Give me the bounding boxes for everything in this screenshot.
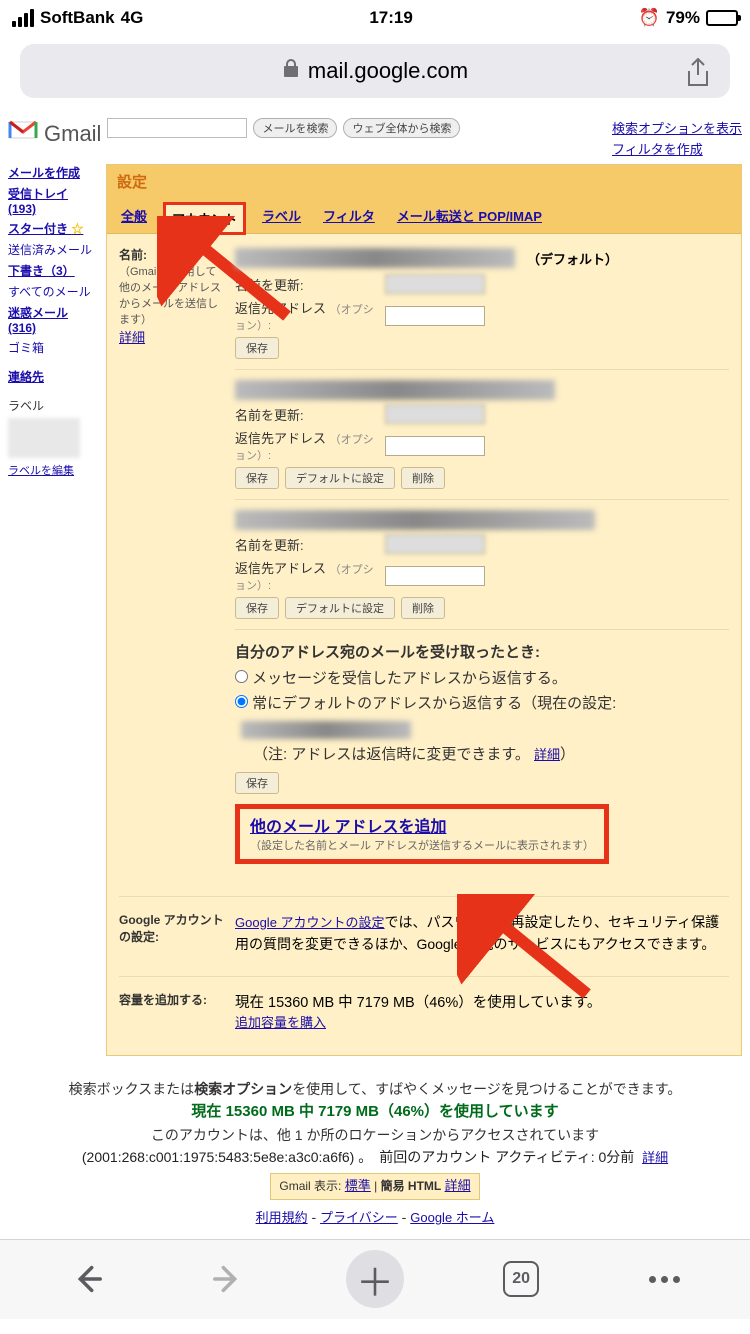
tab-forwarding[interactable]: メール転送と POP/IMAP xyxy=(391,202,548,233)
safari-bottom-nav: ＋ 20 xyxy=(0,1239,750,1319)
url-host: mail.google.com xyxy=(308,58,468,84)
sidebar-spam[interactable]: 迷惑メール (316) xyxy=(8,304,96,335)
save-btn-1[interactable]: 保存 xyxy=(235,337,279,359)
tos-link[interactable]: 利用規約 xyxy=(256,1210,308,1225)
sidebar: メールを作成 受信トレイ (193) スター付き ☆ 送信済みメール 下書き（3… xyxy=(8,164,96,1056)
display-standard-link[interactable]: 標準 xyxy=(345,1178,371,1193)
account-email-blurred xyxy=(235,380,555,400)
carrier-label: SoftBank xyxy=(40,8,115,28)
nav-menu-button[interactable] xyxy=(638,1253,690,1305)
section-label-name: 名前: （Gmail を使用して他のメール アドレスからメールを送信します） 詳… xyxy=(119,246,225,876)
settings-tabs: 全般 アカウント ラベル フィルタ メール転送と POP/IMAP xyxy=(107,198,741,234)
current-default-blurred xyxy=(241,721,411,739)
share-icon[interactable] xyxy=(684,57,712,85)
add-address-sub: （設定した名前とメール アドレスが送信するメールに表示されます） xyxy=(250,837,594,853)
footer-access: このアカウントは、他 1 か所のロケーションからアクセスされています xyxy=(40,1124,710,1146)
save-btn-3[interactable]: 保存 xyxy=(235,597,279,619)
save-btn-2[interactable]: 保存 xyxy=(235,467,279,489)
add-address-link[interactable]: 他のメール アドレスを追加 xyxy=(250,819,446,836)
reply-to-label: 返信先アドレス xyxy=(235,301,326,316)
name-input-1[interactable] xyxy=(385,274,485,294)
gmail-m-icon xyxy=(8,118,38,149)
sidebar-contacts[interactable]: 連絡先 xyxy=(8,368,96,385)
name-input-3[interactable] xyxy=(385,534,485,554)
add-address-box: 他のメール アドレスを追加 （設定した名前とメール アドレスが送信するメールに表… xyxy=(235,804,609,864)
reply-save-btn[interactable]: 保存 xyxy=(235,772,279,794)
google-account-link[interactable]: Google アカウントの設定 xyxy=(235,915,385,930)
section-label-storage: 容量を追加する: xyxy=(119,991,225,1031)
battery-icon xyxy=(706,10,738,26)
label-item-blurred[interactable] xyxy=(8,418,80,458)
star-icon: ☆ xyxy=(71,222,83,236)
reply-opt1[interactable]: メッセージを受信したアドレスから返信する。 xyxy=(235,670,567,687)
privacy-link[interactable]: プライバシー xyxy=(320,1210,398,1225)
nav-forward-button[interactable] xyxy=(203,1253,255,1305)
settings-panel: 設定 全般 アカウント ラベル フィルタ メール転送と POP/IMAP 名前:… xyxy=(106,164,742,1056)
lock-icon xyxy=(282,58,300,84)
ios-status-bar: SoftBank 4G 17:19 ⏰ 79% xyxy=(0,0,750,36)
storage-usage: 現在 15360 MB 中 7179 MB（46%）を使用しています。 xyxy=(235,995,601,1011)
footer-detail-link[interactable]: 詳細 xyxy=(642,1150,668,1165)
tab-filter[interactable]: フィルタ xyxy=(317,202,381,233)
gmail-display-mode: Gmail 表示: 標準 | 簡易 HTML 詳細 xyxy=(270,1173,479,1200)
footer-storage: 現在 15360 MB 中 7179 MB（46%）を使用しています xyxy=(40,1100,710,1124)
network-label: 4G xyxy=(121,8,144,28)
gmail-logo[interactable]: Gmail xyxy=(8,118,101,149)
search-input[interactable] xyxy=(107,118,247,138)
nav-new-tab-button[interactable]: ＋ xyxy=(346,1250,404,1308)
nav-back-button[interactable] xyxy=(60,1253,112,1305)
reply-opt2[interactable]: 常にデフォルトのアドレスから返信する（現在の設定: xyxy=(235,695,616,712)
display-detail-link[interactable]: 詳細 xyxy=(445,1178,471,1193)
sidebar-sent[interactable]: 送信済みメール xyxy=(8,241,96,258)
reply-detail-link[interactable]: 詳細 xyxy=(534,747,560,762)
set-default-btn-3[interactable]: デフォルトに設定 xyxy=(285,597,395,619)
search-mail-button[interactable]: メールを検索 xyxy=(253,118,337,138)
reply-to-input-2[interactable] xyxy=(385,436,485,456)
reply-heading: 自分のアドレス宛のメールを受け取ったとき: xyxy=(235,644,540,661)
update-name-label: 名前を更新: xyxy=(235,405,377,424)
advanced-search-link[interactable]: 検索オプションを表示 xyxy=(612,118,742,137)
set-default-btn-2[interactable]: デフォルトに設定 xyxy=(285,467,395,489)
name-input-2[interactable] xyxy=(385,404,485,424)
account-email-blurred xyxy=(235,248,515,268)
tab-general[interactable]: 全般 xyxy=(115,202,153,233)
account-email-blurred xyxy=(235,510,595,530)
sidebar-starred[interactable]: スター付き ☆ xyxy=(8,220,96,237)
sidebar-compose[interactable]: メールを作成 xyxy=(8,164,96,181)
delete-btn-2[interactable]: 削除 xyxy=(401,467,445,489)
delete-btn-3[interactable]: 削除 xyxy=(401,597,445,619)
search-web-button[interactable]: ウェブ全体から検索 xyxy=(343,118,460,138)
sidebar-drafts[interactable]: 下書き（3） xyxy=(8,262,96,279)
update-name-label: 名前を更新: xyxy=(235,275,377,294)
alarm-icon: ⏰ xyxy=(639,8,660,28)
update-name-label: 名前を更新: xyxy=(235,535,377,554)
sidebar-edit-labels[interactable]: ラベルを編集 xyxy=(8,462,96,478)
create-filter-link[interactable]: フィルタを作成 xyxy=(612,139,742,158)
clock: 17:19 xyxy=(369,8,412,28)
battery-pct: 79% xyxy=(666,8,700,28)
tab-labels[interactable]: ラベル xyxy=(256,202,307,233)
sidebar-trash[interactable]: ゴミ箱 xyxy=(8,339,96,356)
google-home-link[interactable]: Google ホーム xyxy=(410,1210,494,1225)
name-detail-link[interactable]: 詳細 xyxy=(119,330,145,345)
default-tag: （デフォルト） xyxy=(527,249,618,268)
signal-icon xyxy=(12,9,34,27)
sidebar-labels-heading: ラベル xyxy=(8,397,96,414)
reply-to-input-3[interactable] xyxy=(385,566,485,586)
tab-account[interactable]: アカウント xyxy=(163,202,246,235)
reply-to-input-1[interactable] xyxy=(385,306,485,326)
nav-tabs-button[interactable]: 20 xyxy=(495,1253,547,1305)
sidebar-all[interactable]: すべてのメール xyxy=(8,283,96,300)
safari-url-bar[interactable]: mail.google.com xyxy=(20,44,730,98)
buy-storage-link[interactable]: 追加容量を購入 xyxy=(235,1015,326,1030)
settings-title: 設定 xyxy=(107,165,741,198)
section-label-gaccount: Google アカウントの設定: xyxy=(119,911,225,956)
page-footer: 検索ボックスまたは検索オプションを使用して、すばやくメッセージを見つけることがで… xyxy=(0,1066,750,1239)
gmail-logo-text: Gmail xyxy=(44,121,101,147)
sidebar-inbox[interactable]: 受信トレイ (193) xyxy=(8,185,96,216)
